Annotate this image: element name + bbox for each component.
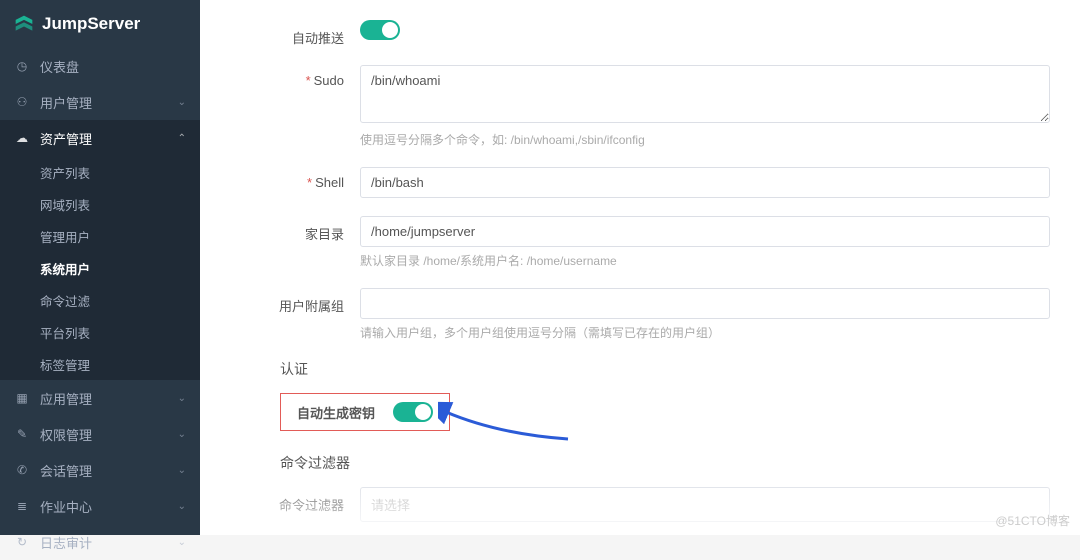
sudo-input[interactable]: /bin/whoami — [360, 65, 1050, 123]
brand: JumpServer — [0, 0, 200, 48]
submenu-asset-list[interactable]: 资产列表 — [0, 156, 200, 188]
chevron-down-icon: ⌄ — [178, 501, 186, 512]
dashboard-icon: ◷ — [14, 58, 30, 74]
menu-apps[interactable]: ▦ 应用管理 ⌄ — [0, 380, 200, 416]
menu-assets[interactable]: ☁ 资产管理 ⌃ — [0, 120, 200, 156]
submenu-platform-list[interactable]: 平台列表 — [0, 316, 200, 348]
submenu-assets: 资产列表 网域列表 管理用户 系统用户 命令过滤 平台列表 标签管理 — [0, 156, 200, 380]
menu-sessions[interactable]: ✆ 会话管理 ⌄ — [0, 452, 200, 488]
groups-help: 请输入用户组，多个用户组使用逗号分隔（需填写已存在的用户组） — [360, 325, 1050, 342]
audit-icon: ↻ — [14, 534, 30, 550]
chevron-down-icon: ⌄ — [178, 465, 186, 476]
jobs-icon: ≣ — [14, 498, 30, 514]
sessions-icon: ✆ — [14, 462, 30, 478]
cmd-filter-section-title: 命令过滤器 — [280, 453, 1050, 473]
logo-icon — [14, 14, 34, 34]
cmd-filter-label: 命令过滤器 — [230, 487, 360, 514]
menu-label: 应用管理 — [40, 389, 92, 408]
auto-gen-key-toggle[interactable] — [393, 402, 433, 422]
groups-input[interactable] — [360, 288, 1050, 319]
auto-gen-key-box: 自动生成密钥 — [280, 393, 450, 431]
menu-perms[interactable]: ✎ 权限管理 ⌄ — [0, 416, 200, 452]
menu-label: 仪表盘 — [40, 57, 79, 76]
groups-label: 用户附属组 — [230, 288, 360, 315]
home-help: 默认家目录 /home/系统用户名: /home/username — [360, 253, 1050, 270]
brand-text: JumpServer — [42, 14, 140, 34]
menu-audit[interactable]: ↻ 日志审计 ⌄ — [0, 524, 200, 560]
menu-users[interactable]: ⚇ 用户管理 ⌄ — [0, 84, 200, 120]
home-input[interactable] — [360, 216, 1050, 247]
auto-push-toggle[interactable] — [360, 20, 400, 40]
shell-label: *Shell — [230, 167, 360, 190]
sudo-help: 使用逗号分隔多个命令，如: /bin/whoami,/sbin/ifconfig — [360, 132, 1050, 149]
users-icon: ⚇ — [14, 94, 30, 110]
menu-label: 资产管理 — [40, 129, 92, 148]
perms-icon: ✎ — [14, 426, 30, 442]
chevron-down-icon: ⌄ — [178, 537, 186, 548]
menu-label: 用户管理 — [40, 93, 92, 112]
watermark: @51CTO博客 — [995, 512, 1070, 529]
menu-label: 日志审计 — [40, 533, 92, 552]
submenu-cmd-filter[interactable]: 命令过滤 — [0, 284, 200, 316]
sudo-label: *Sudo — [230, 65, 360, 88]
submenu-system-user[interactable]: 系统用户 — [0, 252, 200, 284]
menu-jobs[interactable]: ≣ 作业中心 ⌄ — [0, 488, 200, 524]
submenu-domain-list[interactable]: 网域列表 — [0, 188, 200, 220]
chevron-down-icon: ⌄ — [178, 393, 186, 404]
assets-icon: ☁ — [14, 130, 30, 146]
home-label: 家目录 — [230, 216, 360, 243]
shell-input[interactable] — [360, 167, 1050, 198]
chevron-up-icon: ⌃ — [178, 133, 186, 144]
submenu-admin-user[interactable]: 管理用户 — [0, 220, 200, 252]
chevron-down-icon: ⌄ — [178, 97, 186, 108]
menu-dashboard[interactable]: ◷ 仪表盘 — [0, 48, 200, 84]
cmd-filter-select[interactable]: 请选择 — [360, 487, 1050, 522]
auto-push-label: 自动推送 — [230, 20, 360, 47]
menu-label: 作业中心 — [40, 497, 92, 516]
auth-section-title: 认证 — [280, 359, 1050, 379]
menu-label: 会话管理 — [40, 461, 92, 480]
main-form: 自动推送 *Sudo /bin/whoami 使用逗号分隔多个命令，如: /bi… — [200, 0, 1080, 535]
auto-gen-key-label: 自动生成密钥 — [297, 403, 375, 422]
menu-label: 权限管理 — [40, 425, 92, 444]
chevron-down-icon: ⌄ — [178, 429, 186, 440]
submenu-tag-mgmt[interactable]: 标签管理 — [0, 348, 200, 380]
sidebar: JumpServer ◷ 仪表盘 ⚇ 用户管理 ⌄ ☁ 资产管理 ⌃ 资产列表 … — [0, 0, 200, 535]
menu: ◷ 仪表盘 ⚇ 用户管理 ⌄ ☁ 资产管理 ⌃ 资产列表 网域列表 管理用户 系… — [0, 48, 200, 560]
apps-icon: ▦ — [14, 390, 30, 406]
